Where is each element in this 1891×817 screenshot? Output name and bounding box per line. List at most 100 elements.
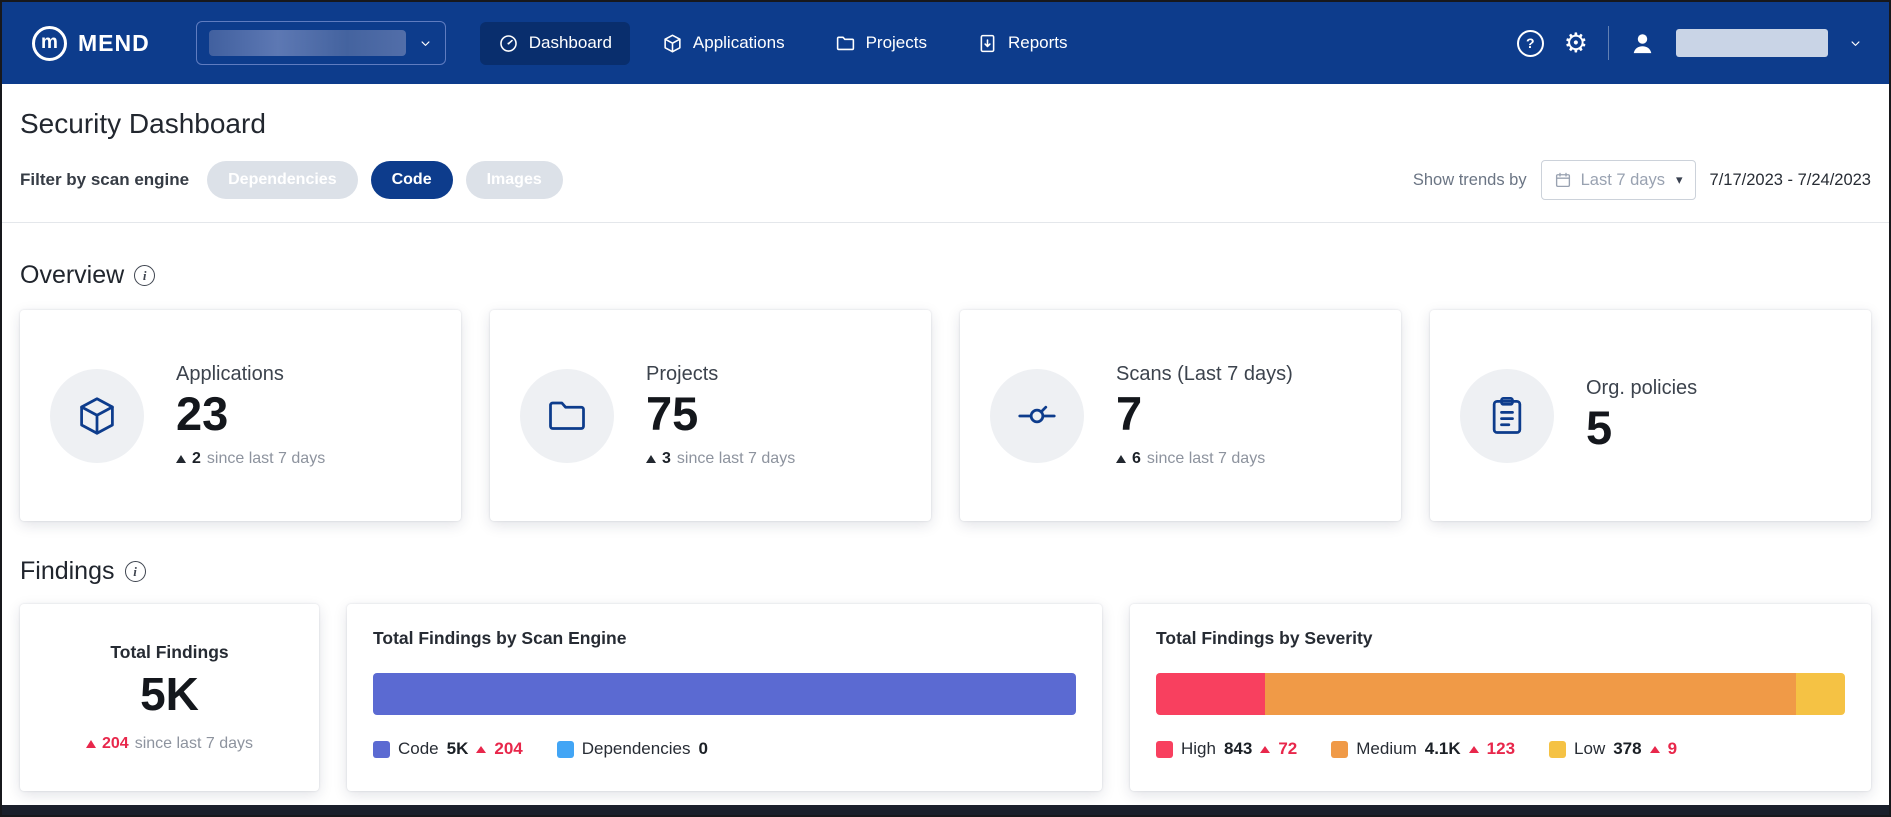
engine-legend: Code 5K 204 Dependencies 0 — [373, 739, 1076, 759]
legend-item-high: High 843 72 — [1156, 739, 1297, 759]
trend-delta: 6 — [1132, 450, 1141, 468]
legend-item-dependencies: Dependencies 0 — [557, 739, 708, 759]
severity-legend: High 843 72 Medium 4.1K 123 Low — [1156, 739, 1845, 759]
trend-up-icon — [176, 455, 186, 463]
trends-label: Show trends by — [1413, 171, 1527, 190]
trend-up-icon — [86, 740, 96, 748]
overview-card-projects: Projects 75 3 since last 7 days — [490, 310, 931, 521]
nav-item-label: Projects — [866, 33, 927, 53]
legend-label: Dependencies — [582, 739, 691, 759]
stat-value: 5 — [1586, 402, 1697, 455]
legend-delta: 204 — [494, 739, 522, 759]
top-navigation-bar: m MEND Dashboard — [2, 2, 1889, 84]
nav-divider — [1608, 26, 1609, 60]
caret-down-icon: ▾ — [1676, 172, 1683, 188]
trend-up-icon — [476, 746, 486, 753]
overview-card-applications: Applications 23 2 since last 7 days — [20, 310, 461, 521]
stat-label: Projects — [646, 363, 795, 386]
trend-period-value: Last 7 days — [1581, 171, 1665, 190]
page-header: Security Dashboard Filter by scan engine… — [2, 108, 1889, 200]
findings-section-header: Findings i — [20, 557, 1871, 586]
chevron-down-icon[interactable] — [1848, 36, 1863, 51]
legend-delta: 72 — [1278, 739, 1297, 759]
legend-item-code: Code 5K 204 — [373, 739, 523, 759]
help-icon[interactable]: ? — [1517, 30, 1544, 57]
legend-label: Low — [1574, 739, 1605, 759]
trend-period-dropdown[interactable]: Last 7 days ▾ — [1541, 160, 1696, 200]
dashboard-gauge-icon — [498, 33, 519, 54]
filter-images-button[interactable]: Images — [466, 161, 563, 199]
findings-by-engine-card: Total Findings by Scan Engine Code 5K 20… — [347, 604, 1102, 791]
legend-value: 378 — [1613, 739, 1641, 759]
legend-value: 4.1K — [1425, 739, 1461, 759]
filter-dependencies-button[interactable]: Dependencies — [207, 161, 357, 199]
trend-suffix: since last 7 days — [1147, 450, 1265, 468]
window-bottom-edge — [2, 805, 1889, 815]
stat-value: 7 — [1116, 388, 1293, 441]
bar-segment-high — [1156, 673, 1265, 715]
scan-icon — [990, 369, 1084, 463]
filter-label: Filter by scan engine — [20, 170, 189, 190]
org-selector-dropdown[interactable] — [196, 21, 446, 65]
bar-segment-medium — [1265, 673, 1796, 715]
total-findings-card: Total Findings 5K 204 since last 7 days — [20, 604, 319, 791]
brand-name: MEND — [78, 30, 150, 57]
legend-item-medium: Medium 4.1K 123 — [1331, 739, 1515, 759]
mend-brand[interactable]: m MEND — [32, 26, 150, 61]
nav-item-label: Reports — [1008, 33, 1068, 53]
trend-up-icon — [1260, 746, 1270, 753]
nav-item-applications[interactable]: Applications — [644, 22, 803, 65]
stat-trend: 6 since last 7 days — [1116, 450, 1293, 468]
nav-item-dashboard[interactable]: Dashboard — [480, 22, 630, 65]
legend-swatch — [1331, 741, 1348, 758]
trend-up-icon — [646, 455, 656, 463]
overview-card-scans: Scans (Last 7 days) 7 6 since last 7 day… — [960, 310, 1401, 521]
report-download-icon — [977, 33, 998, 54]
total-findings-trend: 204 since last 7 days — [86, 735, 253, 753]
nav-left-group: m MEND Dashboard — [32, 21, 1517, 65]
chart-title: Total Findings by Scan Engine — [373, 628, 1076, 649]
bar-segment-code — [373, 673, 1076, 715]
clipboard-icon — [1460, 369, 1554, 463]
legend-delta: 123 — [1487, 739, 1515, 759]
chevron-down-icon — [418, 36, 433, 51]
info-icon[interactable]: i — [125, 561, 146, 582]
org-selector-redacted-value — [209, 30, 406, 56]
trend-up-icon — [1469, 746, 1479, 753]
trend-suffix: since last 7 days — [207, 450, 325, 468]
calendar-icon — [1554, 171, 1572, 189]
nav-item-label: Dashboard — [529, 33, 612, 53]
date-range-text: 7/17/2023 - 7/24/2023 — [1710, 171, 1871, 190]
legend-delta: 9 — [1668, 739, 1677, 759]
cube-icon — [50, 369, 144, 463]
nav-item-reports[interactable]: Reports — [959, 22, 1086, 65]
stat-label: Scans (Last 7 days) — [1116, 363, 1293, 386]
bar-segment-low — [1796, 673, 1845, 715]
nav-item-projects[interactable]: Projects — [817, 22, 945, 65]
trend-suffix: since last 7 days — [135, 735, 253, 753]
filter-code-button[interactable]: Code — [371, 161, 453, 199]
legend-swatch — [373, 741, 390, 758]
overview-cards: Applications 23 2 since last 7 days Proj… — [20, 310, 1871, 521]
stat-trend: 2 since last 7 days — [176, 450, 325, 468]
trend-up-icon — [1650, 746, 1660, 753]
total-findings-value: 5K — [140, 670, 199, 718]
legend-label: Medium — [1356, 739, 1416, 759]
folder-icon — [835, 33, 856, 54]
scan-engine-stacked-bar — [373, 673, 1076, 715]
severity-stacked-bar — [1156, 673, 1845, 715]
stat-trend: 3 since last 7 days — [646, 450, 795, 468]
trend-up-icon — [1116, 455, 1126, 463]
user-avatar-icon[interactable] — [1629, 30, 1656, 57]
settings-gear-icon[interactable]: ⚙ — [1564, 30, 1588, 57]
stat-value: 75 — [646, 388, 795, 441]
trend-delta: 3 — [662, 450, 671, 468]
cube-icon — [662, 33, 683, 54]
page-title: Security Dashboard — [20, 108, 1871, 140]
legend-swatch — [1549, 741, 1566, 758]
info-icon[interactable]: i — [134, 265, 155, 286]
mend-logo-icon: m — [32, 26, 67, 61]
trend-delta: 2 — [192, 450, 201, 468]
main-content: Overview i Applications 23 2 since last … — [2, 261, 1889, 791]
stat-label: Org. policies — [1586, 377, 1697, 400]
